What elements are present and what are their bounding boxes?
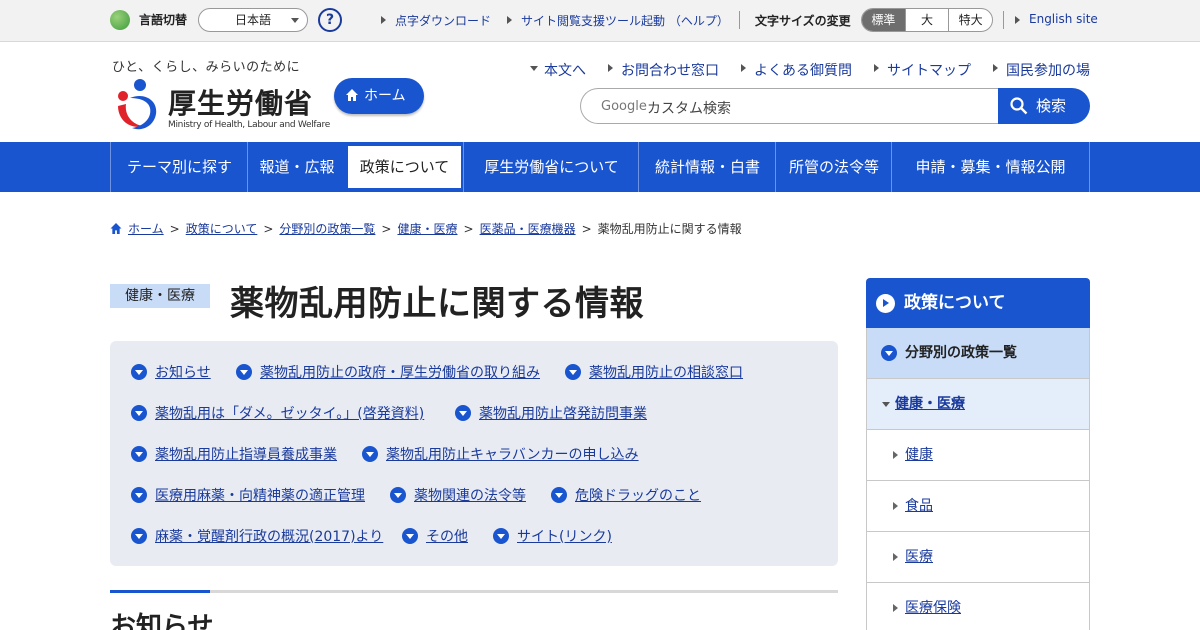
nav-item-press[interactable]: 報道・広報 — [247, 142, 346, 192]
home-button[interactable]: ホーム — [334, 78, 424, 114]
anchor-link[interactable]: 薬物乱用防止啓発訪問事業 — [455, 403, 647, 423]
category-badge: 健康・医療 — [110, 284, 210, 308]
public-participation-link[interactable]: 国民参加の場 — [993, 60, 1090, 80]
chevron-down-icon — [362, 446, 378, 462]
side-nav-link[interactable]: 医療 — [905, 549, 933, 565]
logo-text[interactable]: 厚生労働省 — [168, 82, 313, 122]
section-divider — [110, 590, 838, 593]
side-nav-item-medical[interactable]: 医療 — [866, 532, 1090, 583]
search-icon — [1010, 97, 1028, 115]
breadcrumb-link[interactable]: 医薬品・医療機器 — [480, 222, 576, 236]
skip-to-content-link[interactable]: 本文へ — [530, 60, 586, 80]
side-nav-item-health[interactable]: 健康 — [866, 430, 1090, 481]
section-title: お知らせ — [110, 612, 214, 630]
anchor-link[interactable]: 薬物乱用は「ダメ。ゼッタイ。」(啓発資料) — [131, 403, 424, 423]
font-size-switcher: 標準 大 特大 — [861, 8, 993, 32]
side-nav-title[interactable]: 政策について — [866, 278, 1090, 328]
global-nav: テーマ別に探す 報道・広報 政策について 厚生労働省について 統計情報・白書 所… — [0, 142, 1200, 192]
logo-subtitle: Ministry of Health, Labour and Welfare — [168, 120, 330, 130]
chevron-down-icon — [291, 18, 299, 23]
chevron-down-icon — [565, 364, 581, 380]
breadcrumb-link[interactable]: ホーム — [128, 222, 164, 236]
anchor-link[interactable]: お知らせ — [131, 362, 211, 382]
anchor-link[interactable]: 薬物乱用防止キャラバンカーの申し込み — [362, 444, 639, 464]
divider — [739, 11, 740, 29]
nav-item-themes[interactable]: テーマ別に探す — [110, 142, 248, 192]
sitemap-link[interactable]: サイトマップ — [874, 60, 971, 80]
chevron-down-icon — [881, 345, 897, 361]
side-nav-item-medical-insurance[interactable]: 医療保険 — [866, 583, 1090, 630]
home-button-label: ホーム — [364, 88, 406, 104]
anchor-link[interactable]: 薬物乱用防止の相談窓口 — [565, 362, 743, 382]
breadcrumb-current: 薬物乱用防止に関する情報 — [597, 222, 742, 236]
language-select-value: 日本語 — [235, 13, 272, 27]
breadcrumb-link[interactable]: 政策について — [186, 222, 258, 236]
nav-item-laws[interactable]: 所管の法令等 — [775, 142, 892, 192]
breadcrumb: ホーム > 政策について > 分野別の政策一覧 > 健康・医療 > 医薬品・医療機器 > 薬物乱用防… — [110, 220, 742, 237]
accessibility-tool-link[interactable]: サイト閲覧支援ツール起動 （ヘルプ） — [507, 12, 729, 29]
font-size-standard-button[interactable]: 標準 — [862, 9, 905, 31]
braille-download-link[interactable]: 点字ダウンロード — [380, 12, 491, 29]
chevron-down-icon — [455, 405, 471, 421]
chevron-down-icon — [551, 487, 567, 503]
font-size-label: 文字サイズの変更 — [755, 14, 851, 28]
home-icon — [346, 89, 358, 101]
side-nav-link[interactable]: 医療保険 — [905, 600, 961, 616]
anchor-link[interactable]: 薬物乱用防止の政府・厚生労働省の取り組み — [236, 362, 540, 382]
search-placeholder: カスタム検索 — [647, 101, 731, 117]
anchor-link[interactable]: 薬物乱用防止指導員養成事業 — [131, 444, 337, 464]
nav-item-about[interactable]: 厚生労働省について — [463, 142, 639, 192]
anchor-link-list: お知らせ 薬物乱用防止の政府・厚生労働省の取り組み 薬物乱用防止の相談窓口 薬物… — [110, 341, 838, 566]
chevron-down-icon — [402, 528, 418, 544]
home-icon — [110, 223, 122, 234]
contact-link[interactable]: お問合わせ窓口 — [608, 60, 719, 80]
question-icon[interactable]: ? — [318, 8, 342, 32]
nav-item-statistics[interactable]: 統計情報・白書 — [638, 142, 776, 192]
anchor-link[interactable]: その他 — [402, 526, 468, 546]
anchor-link[interactable]: サイト(リンク) — [493, 526, 612, 546]
ministry-logo-icon[interactable] — [110, 76, 162, 132]
side-nav-item-food[interactable]: 食品 — [866, 481, 1090, 532]
utility-bar: 言語切替 日本語 ? 点字ダウンロード サイト閲覧支援ツール起動 （ヘルプ） 文… — [0, 0, 1200, 42]
chevron-down-icon — [131, 528, 147, 544]
side-nav-item-health-medical[interactable]: 健康・医療 — [866, 379, 1090, 430]
chevron-down-icon — [493, 528, 509, 544]
nav-item-policy[interactable]: 政策について — [346, 144, 463, 190]
anchor-link[interactable]: 麻薬・覚醒剤行政の概況(2017)より — [131, 526, 383, 546]
language-select[interactable]: 日本語 — [198, 8, 308, 32]
search-button[interactable]: 検索 — [998, 88, 1090, 124]
chevron-right-icon — [876, 294, 895, 313]
divider — [1003, 11, 1004, 29]
english-site-link[interactable]: English site — [1015, 12, 1098, 26]
side-nav-link[interactable]: 食品 — [905, 498, 933, 514]
tagline: ひと、くらし、みらいのために — [112, 60, 301, 75]
side-nav-item-policy-list[interactable]: 分野別の政策一覧 — [866, 328, 1090, 379]
side-nav-link[interactable]: 健康・医療 — [895, 396, 965, 412]
font-size-large-button[interactable]: 大 — [904, 9, 949, 31]
globe-icon — [110, 10, 130, 30]
language-label: 言語切替 — [139, 13, 188, 27]
chevron-down-icon — [131, 446, 147, 462]
chevron-down-icon — [131, 405, 147, 421]
anchor-link[interactable]: 医療用麻薬・向精神薬の適正管理 — [131, 485, 365, 505]
faq-link[interactable]: よくある御質問 — [741, 60, 852, 80]
search-input[interactable]: Google カスタム検索 — [580, 88, 1000, 124]
chevron-down-icon — [131, 364, 147, 380]
anchor-link[interactable]: 危険ドラッグのこと — [551, 485, 701, 505]
font-size-xlarge-button[interactable]: 特大 — [948, 9, 992, 31]
google-brand: Google — [601, 99, 647, 114]
search-button-label: 検索 — [1036, 97, 1067, 115]
chevron-down-icon — [390, 487, 406, 503]
side-nav: 政策について 分野別の政策一覧 健康・医療 健康 食品 医療 医療保険 — [866, 278, 1090, 630]
chevron-down-icon — [236, 364, 252, 380]
side-nav-link[interactable]: 健康 — [905, 447, 933, 463]
anchor-link[interactable]: 薬物関連の法令等 — [390, 485, 526, 505]
nav-item-applications[interactable]: 申請・募集・情報公開 — [891, 142, 1090, 192]
chevron-down-icon — [131, 487, 147, 503]
breadcrumb-link[interactable]: 健康・医療 — [397, 222, 457, 236]
page-title: 薬物乱用防止に関する情報 — [230, 284, 644, 324]
breadcrumb-link[interactable]: 分野別の政策一覧 — [279, 222, 375, 236]
